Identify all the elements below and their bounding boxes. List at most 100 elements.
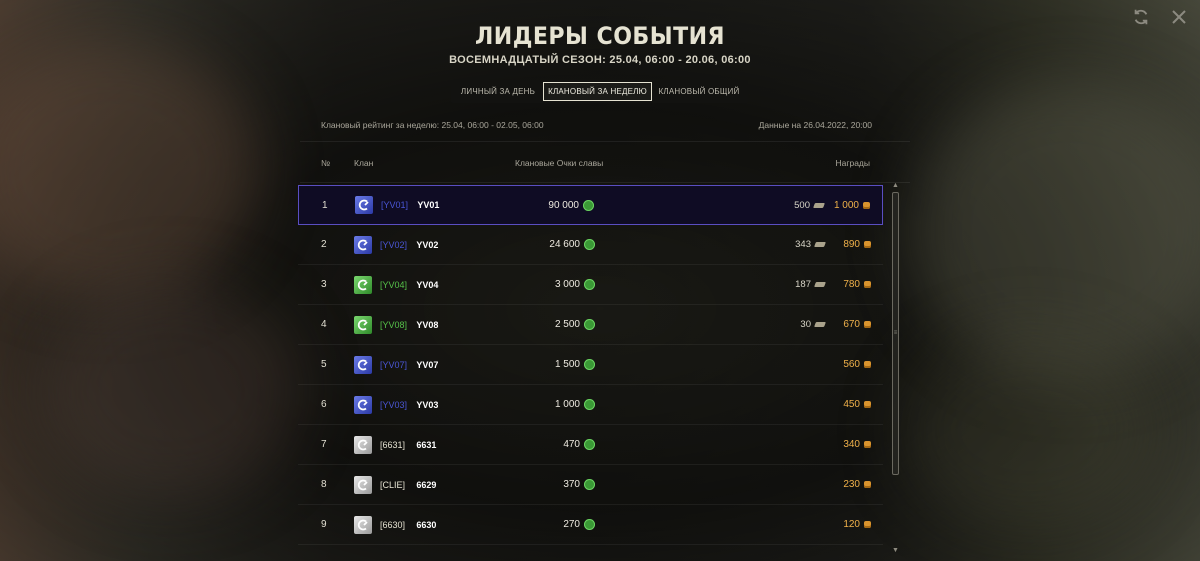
glory-points: 470 [563,439,580,450]
row-rank: 3 [321,279,327,290]
clan-name[interactable]: YV02 [416,240,438,250]
reward-gold: 1 000 [833,199,859,211]
leaderboard-row[interactable]: 4 [YV08] YV08 2 500 30 670 [298,305,883,345]
leaderboard-row[interactable]: 5 [YV07] YV07 1 500 560 [298,345,883,385]
glory-points-icon [584,479,595,490]
row-rank: 4 [321,319,327,330]
leaderboard-row[interactable]: 6 [YV03] YV03 1 000 450 [298,385,883,425]
clan-name[interactable]: YV03 [416,400,438,410]
glory-points: 1 500 [554,359,580,370]
glory-points-icon [584,519,595,530]
background-blur [900,330,1160,530]
glory-points: 2 500 [554,319,580,330]
scroll-thumb[interactable]: ≡ [892,192,899,475]
reward-gold: 890 [843,239,860,250]
column-header-rank: № [321,158,331,168]
tab-clan-overall[interactable]: КЛАНОВЫЙ ОБЩИЙ [652,82,746,101]
glory-points: 3 000 [554,279,580,290]
scroll-down-arrow-icon[interactable]: ▼ [892,547,899,554]
gold-icon [863,201,870,209]
glory-points-icon [584,439,595,450]
clan-tag[interactable]: [CLIE] [380,480,405,490]
tab-personal-daily[interactable]: ЛИЧНЫЙ ЗА ДЕНЬ [453,82,543,101]
rating-period-text: Клановый рейтинг за неделю: 25.04, 06:00… [321,120,544,130]
bonds-icon [814,282,826,287]
grip-icon: ≡ [893,330,898,336]
glory-points: 90 000 [548,199,579,211]
clan-name[interactable]: YV07 [416,360,438,370]
glory-points: 270 [563,519,580,530]
reward-gold: 780 [843,279,860,290]
clan-name[interactable]: YV04 [416,280,438,290]
glory-points-icon [584,279,595,290]
page-header: ЛИДЕРЫ СОБЫТИЯ ВОСЕМНАДЦАТЫЙ СЕЗОН: 25.0… [0,22,1200,66]
row-rank: 9 [321,519,327,530]
leaderboard-row[interactable]: 2 [YV02] YV02 24 600 343 890 [298,225,883,265]
leaderboard-row[interactable]: 8 [CLIE] 6629 370 230 [298,465,883,505]
reward-gold: 450 [843,399,860,410]
season-subtitle: ВОСЕМНАДЦАТЫЙ СЕЗОН: 25.04, 06:00 - 20.0… [449,54,751,66]
row-rank: 8 [321,479,327,490]
clan-tag[interactable]: [6630] [380,520,405,530]
leaderboard-row[interactable]: 7 [6631] 6631 470 340 [298,425,883,465]
clan-tag[interactable]: [YV08] [380,320,407,330]
clan-name[interactable]: 6631 [416,440,436,450]
row-rank: 5 [321,359,327,370]
clan-tag[interactable]: [YV04] [380,280,407,290]
bonds-icon [814,322,826,327]
glory-points: 370 [563,479,580,490]
clan-name[interactable]: YV08 [416,320,438,330]
clan-emblem-icon [354,475,372,494]
clan-emblem-icon [354,395,372,414]
scroll-up-arrow-icon[interactable]: ▲ [892,182,899,189]
reward-gold: 230 [843,479,860,490]
divider [300,182,910,183]
clan-emblem-icon [355,196,373,214]
glory-points-icon [584,359,595,370]
gold-icon [864,321,871,328]
clan-emblem-icon [354,235,372,254]
tab-clan-weekly[interactable]: КЛАНОВЫЙ ЗА НЕДЕЛЮ [543,82,652,101]
gold-icon [864,521,871,528]
clan-emblem-icon [354,435,372,454]
clan-emblem-icon [354,315,372,334]
column-header-clan: Клан [354,158,374,168]
reward-bonds: 187 [795,279,811,290]
column-header-rewards: Награды [835,158,871,168]
leaderboard-row[interactable]: 9 [6630] 6630 270 120 [298,505,883,545]
data-timestamp-text: Данные на 26.04.2022, 20:00 [758,120,872,130]
reward-bonds: 343 [795,239,811,250]
reward-gold: 560 [843,359,860,370]
reward-gold: 120 [843,519,860,530]
clan-emblem-icon [354,275,372,294]
glory-points: 1 000 [554,399,580,410]
column-header-points: Клановые Очки славы [515,158,604,168]
clan-tag[interactable]: [6631] [380,440,405,450]
clan-name[interactable]: 6630 [416,520,436,530]
leaderboard-row[interactable]: 3 [YV04] YV04 3 000 187 780 [298,265,883,305]
scrollbar[interactable]: ▲ ≡ ▼ [891,182,900,554]
row-rank: 6 [321,399,327,410]
row-rank: 7 [321,439,327,450]
clan-tag[interactable]: [YV02] [380,240,407,250]
glory-points-icon [583,199,594,211]
gold-icon [864,281,871,288]
clan-name[interactable]: 6629 [416,480,436,490]
gold-icon [864,481,871,488]
reward-bonds: 30 [800,319,811,330]
bonds-icon [814,242,826,247]
background-blur [40,280,300,500]
leaderboard-row[interactable]: 1 [YV01] YV01 90 000 500 1 000 [298,185,883,225]
reward-gold: 670 [843,319,860,330]
clan-tag[interactable]: [YV03] [380,400,407,410]
clan-tag[interactable]: [YV07] [380,360,407,370]
ranking-tabs: ЛИЧНЫЙ ЗА ДЕНЬ КЛАНОВЫЙ ЗА НЕДЕЛЮ КЛАНОВ… [451,80,748,103]
glory-points: 24 600 [549,239,580,250]
clan-name[interactable]: YV01 [417,200,439,210]
glory-points-icon [584,319,595,330]
leaderboard-list: 1 [YV01] YV01 90 000 500 1 000 2 [YV02] … [298,185,883,545]
row-rank: 2 [321,239,327,250]
clan-tag[interactable]: [YV01] [381,200,408,210]
background-blur [910,80,1200,380]
page-title: ЛИДЕРЫ СОБЫТИЯ [475,22,725,50]
